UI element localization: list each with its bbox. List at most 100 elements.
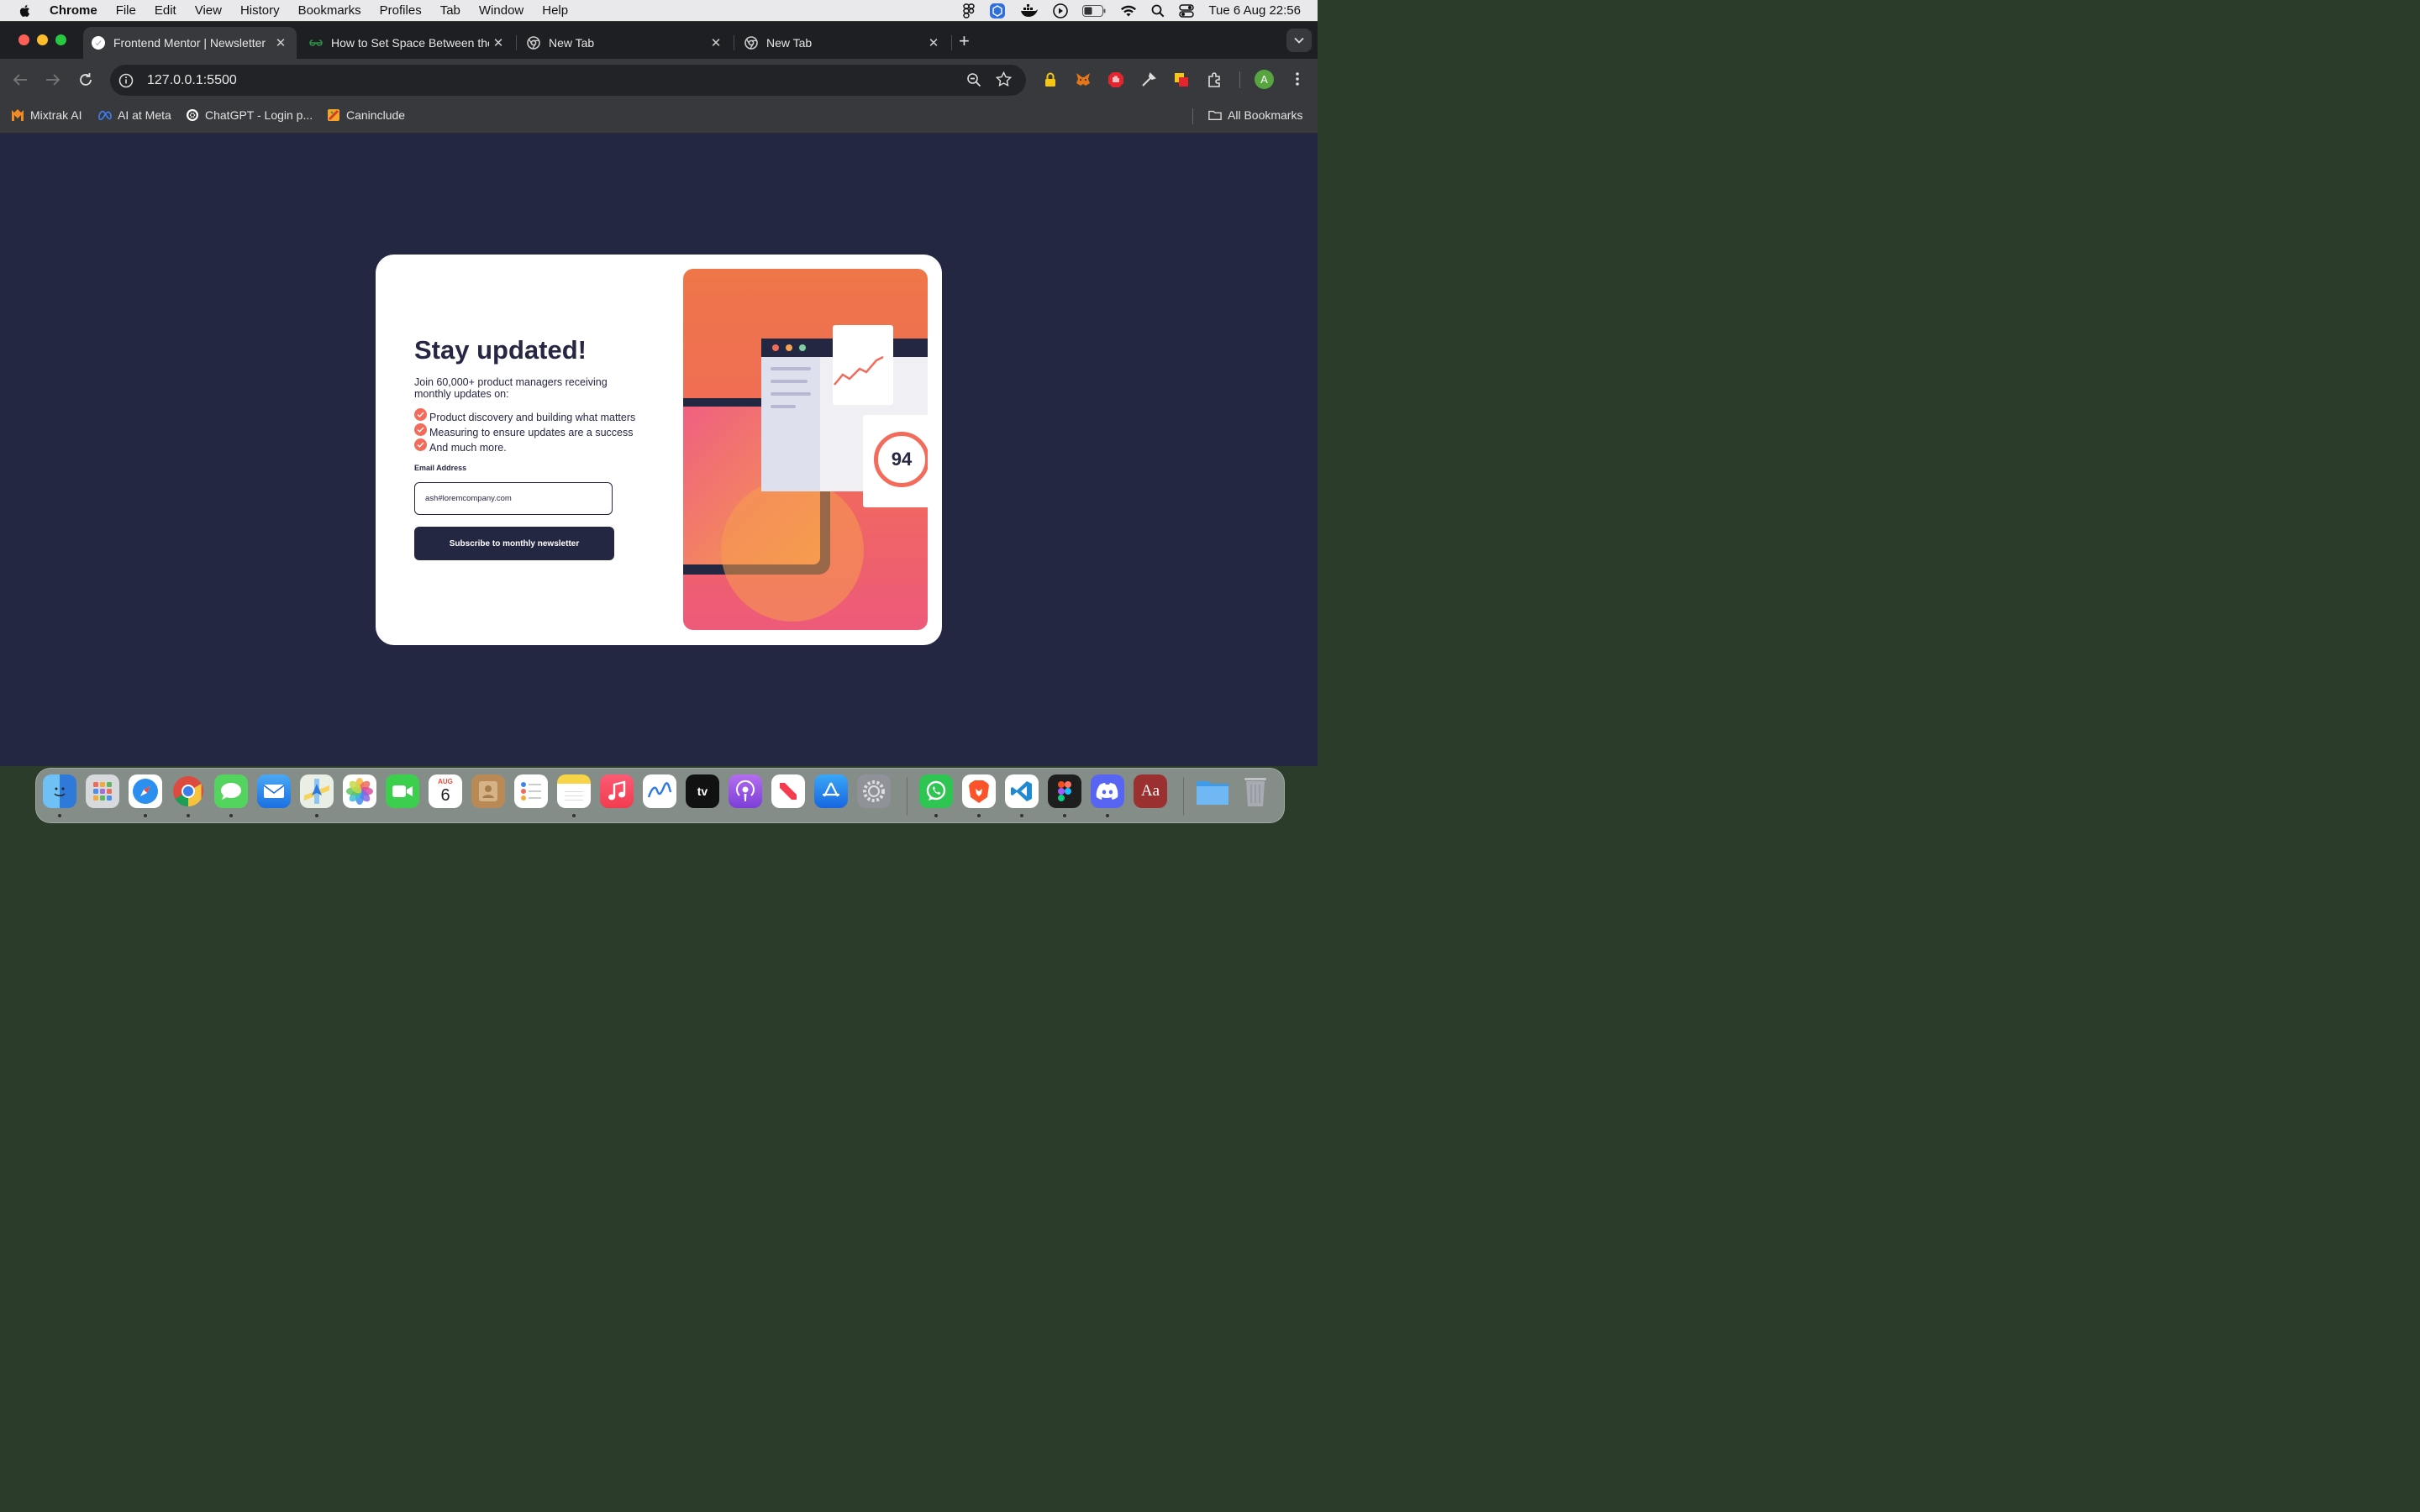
- apple-icon[interactable]: [18, 3, 33, 18]
- bookmarks-bar: Mixtrak AI AI at Meta ChatGPT - Login p.…: [0, 101, 1318, 134]
- bookmark-mixtrak-ai[interactable]: Mixtrak AI: [11, 108, 82, 122]
- lock-extension-icon[interactable]: [1042, 71, 1059, 88]
- address-bar[interactable]: [110, 65, 1026, 96]
- menu-edit[interactable]: Edit: [155, 3, 176, 18]
- menu-tab[interactable]: Tab: [440, 3, 460, 18]
- spotlight-search-icon[interactable]: [1151, 4, 1165, 18]
- figma-icon[interactable]: [1048, 774, 1081, 808]
- calendar-icon[interactable]: AUG 6: [429, 774, 462, 808]
- zoom-out-icon[interactable]: [966, 72, 981, 92]
- tab-search-chevron-down-icon[interactable]: [1286, 29, 1312, 52]
- wifi-icon[interactable]: [1120, 4, 1137, 18]
- close-tab-icon[interactable]: ✕: [707, 35, 725, 50]
- trash-icon[interactable]: [1239, 774, 1272, 808]
- new-tab-plus-icon[interactable]: +: [959, 30, 970, 52]
- running-indicator: [934, 814, 938, 817]
- newsletter-heading: Stay updated!: [414, 335, 587, 365]
- menu-app-name[interactable]: Chrome: [50, 3, 97, 18]
- menu-profiles[interactable]: Profiles: [380, 3, 422, 18]
- brave-browser-icon[interactable]: [962, 774, 996, 808]
- site-info-icon[interactable]: [118, 73, 134, 88]
- chrome-favicon-icon: [527, 36, 540, 50]
- menu-history[interactable]: History: [240, 3, 280, 18]
- check-icon: [414, 423, 427, 436]
- all-bookmarks-button[interactable]: All Bookmarks: [1208, 108, 1302, 122]
- newsletter-illustration: 94: [683, 269, 928, 630]
- bookmark-star-icon[interactable]: [995, 71, 1013, 92]
- safari-icon[interactable]: [129, 774, 162, 808]
- more-menu-icon[interactable]: [1292, 71, 1303, 92]
- dictionary-icon[interactable]: Aa: [1134, 774, 1167, 808]
- vscode-icon[interactable]: [1005, 774, 1039, 808]
- apple-tv-icon[interactable]: tv: [686, 774, 719, 808]
- newsletter-card: Stay updated! Join 60,000+ product manag…: [376, 255, 942, 645]
- close-window-button[interactable]: [18, 34, 29, 45]
- geeksforgeeks-favicon-icon: [309, 39, 323, 46]
- menu-file[interactable]: File: [116, 3, 136, 18]
- tab-new-tab[interactable]: New Tab ✕: [518, 27, 732, 59]
- ad-block-hand-icon[interactable]: [1107, 71, 1124, 88]
- close-tab-icon[interactable]: ✕: [489, 35, 508, 50]
- clock[interactable]: Tue 6 Aug 22:56: [1208, 3, 1301, 18]
- color-squares-extension-icon[interactable]: [1173, 71, 1190, 88]
- whatsapp-icon[interactable]: [919, 774, 953, 808]
- subscribe-button[interactable]: Subscribe to monthly newsletter: [414, 527, 614, 560]
- facetime-icon[interactable]: [386, 774, 419, 808]
- bookmark-chatgpt[interactable]: ChatGPT - Login p...: [186, 108, 313, 122]
- launchpad-icon[interactable]: [86, 774, 119, 808]
- tab-geeksforgeeks[interactable]: How to Set Space Between the ✕: [301, 27, 514, 59]
- openai-icon: [187, 109, 198, 121]
- calendar-month: AUG: [438, 778, 453, 785]
- battery-icon[interactable]: [1082, 4, 1106, 17]
- photos-icon[interactable]: [343, 774, 376, 808]
- downloads-folder-icon[interactable]: [1196, 774, 1229, 808]
- extensions-puzzle-icon[interactable]: [1207, 71, 1223, 88]
- menu-view[interactable]: View: [195, 3, 222, 18]
- bookmark-ai-at-meta[interactable]: AI at Meta: [98, 108, 171, 122]
- cube-status-icon[interactable]: [989, 3, 1006, 19]
- back-arrow-icon[interactable]: [11, 71, 29, 89]
- reminders-icon[interactable]: [514, 774, 548, 808]
- newsletter-intro: Join 60,000+ product managers receiving …: [414, 376, 608, 400]
- url-input[interactable]: [145, 71, 905, 89]
- menu-help[interactable]: Help: [542, 3, 568, 18]
- play-status-icon[interactable]: [1053, 3, 1069, 18]
- menu-bookmarks[interactable]: Bookmarks: [298, 3, 361, 18]
- chrome-icon[interactable]: [171, 774, 205, 808]
- docker-icon[interactable]: [1020, 3, 1039, 18]
- reload-icon[interactable]: [76, 71, 95, 89]
- maps-icon[interactable]: [300, 774, 334, 808]
- notes-icon[interactable]: [557, 774, 591, 808]
- benefit-item: Product discovery and building what matt…: [414, 407, 635, 425]
- menu-window[interactable]: Window: [479, 3, 523, 18]
- forward-arrow-icon[interactable]: [44, 71, 62, 89]
- app-store-icon[interactable]: [814, 774, 848, 808]
- finder-icon[interactable]: [43, 774, 76, 808]
- zoom-window-button[interactable]: [55, 34, 66, 45]
- mail-icon[interactable]: [257, 774, 291, 808]
- music-icon[interactable]: [600, 774, 634, 808]
- email-label: Email Address: [414, 464, 467, 472]
- messages-icon[interactable]: [214, 774, 248, 808]
- metamask-fox-icon[interactable]: [1075, 71, 1092, 88]
- tab-frontend-mentor[interactable]: Frontend Mentor | Newsletter ✕: [83, 27, 297, 59]
- control-center-icon[interactable]: [1179, 3, 1195, 18]
- news-icon[interactable]: [771, 774, 805, 808]
- profile-avatar[interactable]: A: [1255, 70, 1274, 89]
- tab-divider: [951, 35, 952, 50]
- tab-title: New Tab: [766, 36, 813, 50]
- color-picker-icon[interactable]: [1140, 71, 1157, 88]
- bookmark-caninclude[interactable]: Caninclude: [327, 108, 405, 122]
- contacts-icon[interactable]: [471, 774, 505, 808]
- podcasts-icon[interactable]: [729, 774, 762, 808]
- running-indicator: [977, 814, 981, 817]
- close-tab-icon[interactable]: ✕: [924, 35, 943, 50]
- system-settings-gear-icon[interactable]: [857, 774, 891, 808]
- discord-icon[interactable]: [1091, 774, 1124, 808]
- email-field[interactable]: [414, 482, 613, 515]
- freeform-icon[interactable]: [643, 774, 676, 808]
- tab-new-tab[interactable]: New Tab ✕: [736, 27, 950, 59]
- close-tab-icon[interactable]: ✕: [271, 35, 290, 50]
- figma-status-icon[interactable]: [963, 3, 976, 18]
- minimize-window-button[interactable]: [37, 34, 48, 45]
